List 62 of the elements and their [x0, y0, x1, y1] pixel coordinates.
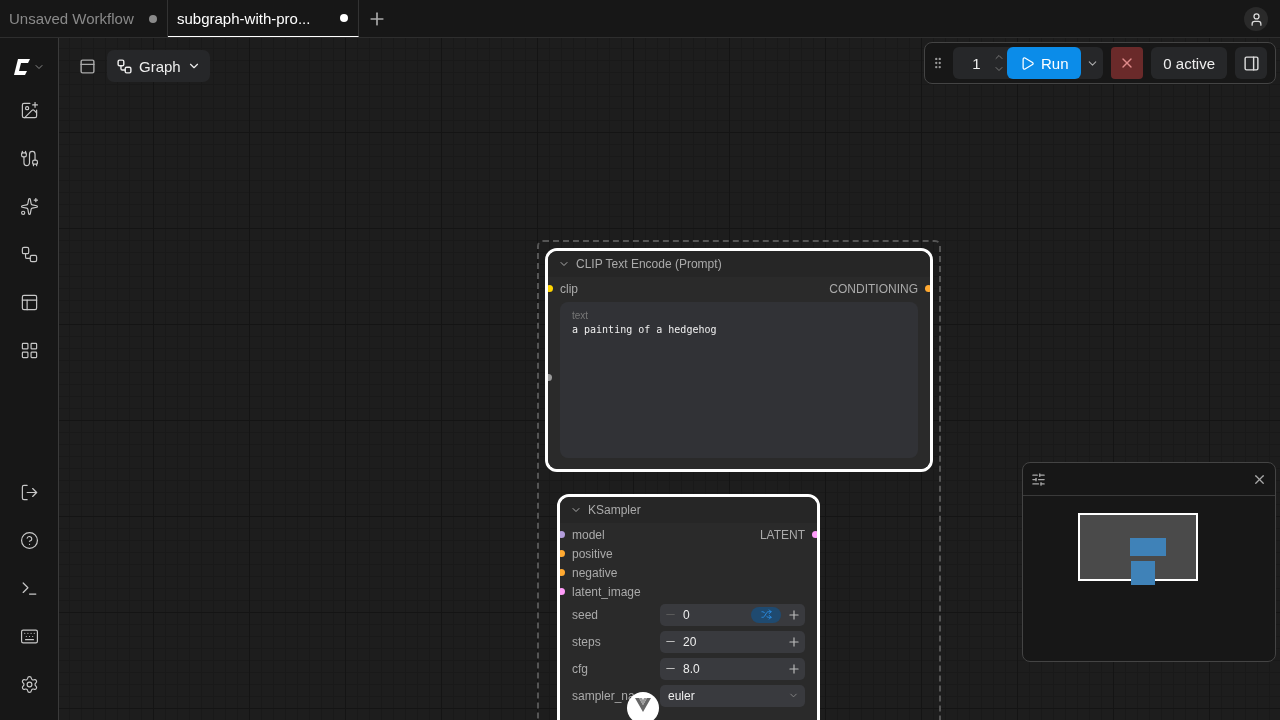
cancel-button[interactable] — [1111, 47, 1144, 79]
node-header[interactable]: CLIP Text Encode (Prompt) — [548, 251, 930, 277]
field-label: text — [572, 310, 590, 321]
graph-node[interactable]: CLIP Text Encode (Prompt) clip CONDITIONING text a painting of a hedgehog — [545, 248, 933, 472]
shuffle-icon — [760, 609, 772, 620]
input-label: positive — [572, 546, 613, 561]
grid-icon[interactable] — [19, 340, 39, 360]
layout-icon[interactable] — [19, 292, 39, 312]
logout-icon[interactable] — [19, 482, 39, 502]
widget-label: steps — [572, 634, 602, 649]
help-icon[interactable] — [19, 530, 39, 550]
cable-icon[interactable] — [19, 148, 39, 168]
randomize-toggle[interactable] — [751, 606, 781, 623]
number-field[interactable]: 8.0 — [660, 657, 805, 680]
settings-icon[interactable] — [1031, 471, 1046, 487]
plus-icon[interactable] — [787, 607, 801, 622]
batch-count-field[interactable]: 1 Run — [953, 47, 1104, 79]
input-socket[interactable] — [560, 588, 565, 595]
number-field[interactable]: 20 — [660, 630, 805, 653]
minimap-drawing[interactable] — [1078, 513, 1200, 587]
number-value: 20 — [683, 634, 698, 649]
plus-icon[interactable] — [787, 661, 801, 676]
graph-node[interactable]: KSampler model LATENT positive negative latent_image seed 0 steps 20 cfg 8.0 sampler_na euler — [557, 494, 820, 720]
input-socket[interactable] — [560, 531, 565, 538]
input-label: latent_image — [572, 584, 641, 599]
combo-select[interactable]: euler — [660, 684, 805, 707]
image-icon[interactable] — [19, 100, 39, 120]
widget-label: seed — [572, 607, 600, 622]
widget-label: cfg — [572, 661, 589, 676]
play-icon — [1019, 55, 1035, 71]
workflow-tab[interactable]: subgraph-with-pro... — [168, 0, 359, 37]
active-queue-button[interactable]: 0 active — [1151, 47, 1227, 79]
number-value: 8.0 — [683, 661, 701, 676]
run-button[interactable]: Run — [1007, 47, 1082, 79]
logo-icon[interactable] — [13, 59, 31, 75]
input-label: clip — [560, 281, 578, 296]
input-label: model — [572, 527, 605, 542]
workflow-icon[interactable] — [19, 244, 39, 264]
panel-icon — [1242, 54, 1260, 72]
output-label: CONDITIONING — [829, 281, 918, 296]
output-label: LATENT — [759, 527, 805, 542]
side-panel-button[interactable] — [1235, 47, 1267, 79]
plus-icon[interactable] — [787, 634, 801, 649]
layout-icon[interactable] — [78, 57, 96, 75]
input-label: negative — [572, 565, 618, 580]
widget-label: sampler_na — [572, 688, 636, 703]
input-socket[interactable] — [548, 285, 553, 292]
node-title: CLIP Text Encode (Prompt) — [576, 257, 722, 271]
node-header[interactable]: KSampler — [560, 497, 817, 523]
number-value: 0 — [683, 607, 691, 622]
workflow-tab[interactable]: Unsaved Workflow — [0, 0, 168, 37]
field-value: a painting of a hedgehog — [572, 324, 718, 335]
graph-icon — [116, 57, 133, 75]
view-mode-button[interactable]: Graph — [107, 50, 210, 82]
output-socket[interactable] — [925, 285, 930, 292]
sparkles-icon[interactable] — [19, 196, 39, 216]
output-socket[interactable] — [812, 531, 817, 538]
input-socket[interactable] — [560, 569, 565, 576]
settings-icon[interactable] — [19, 674, 39, 694]
node-title: KSampler — [588, 503, 641, 517]
input-socket[interactable] — [560, 550, 565, 557]
number-field[interactable]: 0 — [660, 603, 805, 626]
